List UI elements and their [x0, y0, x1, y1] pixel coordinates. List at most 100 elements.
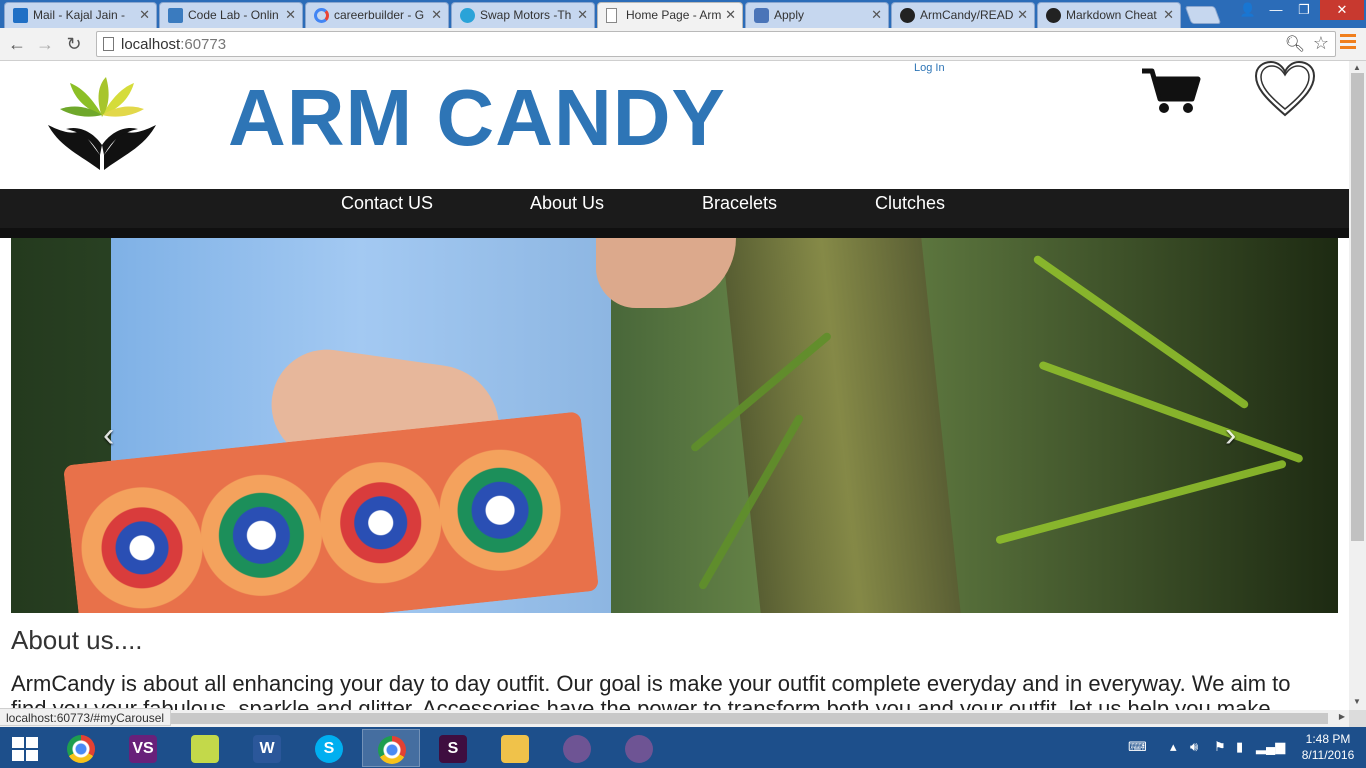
scroll-right-icon[interactable]: ▶ [1339, 712, 1345, 721]
new-tab-button[interactable] [1184, 6, 1222, 24]
status-bubble: localhost:60773/#myCarousel [0, 708, 172, 726]
carousel-prev-chevron-icon[interactable]: ‹ [103, 416, 114, 455]
codelab-icon [168, 8, 183, 23]
tab-careerbuilder[interactable]: careerbuilder - G ✕ [305, 2, 449, 28]
about-paragraph: ArmCandy is about all enhancing your day… [11, 671, 1291, 710]
close-tab-icon[interactable]: ✕ [1163, 7, 1174, 23]
web-page: ARM CANDY Log In Contact US About Us Bra… [0, 61, 1349, 710]
tab-armcandy-readme[interactable]: ArmCandy/READ ✕ [891, 2, 1035, 28]
vertical-scrollbar[interactable]: ▲ ▼ [1349, 61, 1366, 710]
page-icon [606, 8, 617, 23]
apply-icon [754, 8, 769, 23]
scrollbar-corner [1349, 710, 1366, 727]
taskbar-app-chrome[interactable] [52, 729, 110, 767]
visual-studio-icon: VS [129, 735, 157, 763]
tab-swap-motors[interactable]: Swap Motors -Th ✕ [451, 2, 595, 28]
horizontal-scroll-thumb[interactable] [18, 713, 1328, 724]
address-bar[interactable]: localhost:60773 🔍︎ ☆ [96, 31, 1336, 57]
taskbar-app-chrome-active[interactable] [362, 729, 420, 767]
palm-frond [1038, 360, 1304, 464]
tab-apply[interactable]: Apply ✕ [745, 2, 889, 28]
taskbar-app-word[interactable]: W [238, 729, 296, 767]
taskbar-app-file-explorer[interactable] [486, 729, 544, 767]
window-close-button[interactable]: ✕ [1320, 0, 1364, 20]
action-center-flag-icon[interactable]: ⚑ [1214, 739, 1226, 755]
palm-frond [1032, 254, 1250, 410]
tab-label: Code Lab - Onlin [188, 8, 279, 22]
zoom-icon[interactable]: 🔍︎ [1285, 34, 1305, 54]
hero-carousel[interactable]: ‹ › [11, 238, 1338, 613]
user-profile-icon[interactable]: 👤 [1234, 0, 1262, 20]
reload-icon[interactable]: ↻ [63, 33, 85, 55]
close-tab-icon[interactable]: ✕ [871, 7, 882, 23]
taskbar-app-skype[interactable]: S [300, 729, 358, 767]
scroll-down-icon[interactable]: ▼ [1353, 697, 1361, 706]
swap-icon [460, 8, 475, 23]
carousel-next-chevron-icon[interactable]: › [1225, 416, 1236, 455]
system-clock[interactable]: 1:48 PM 8/11/2016 [1296, 731, 1360, 763]
network-signal-icon[interactable]: ▂▄▆ [1256, 739, 1285, 755]
github-cat-icon [625, 735, 653, 763]
tab-mail[interactable]: Mail - Kajal Jain - ✕ [4, 2, 157, 28]
github-cat-icon [563, 735, 591, 763]
taskbar-app-visual-studio[interactable]: VS [114, 729, 172, 767]
nav-contact-us[interactable]: Contact US [341, 193, 433, 214]
clock-date: 8/11/2016 [1301, 748, 1355, 762]
scroll-up-icon[interactable]: ▲ [1353, 63, 1361, 72]
slack-icon: S [439, 735, 467, 763]
page-info-icon[interactable] [103, 37, 114, 51]
horizontal-scrollbar[interactable]: ▶ [0, 710, 1349, 727]
main-navigation: Contact US About Us Bracelets Clutches [0, 189, 1349, 238]
windows-taskbar: VS W S S ⌨ ▴ 🔊︎ ⚑ ▮ ▂▄▆ 1:48 PM 8/11/2016 [0, 727, 1366, 768]
brand-title: ARM CANDY [228, 73, 726, 162]
close-tab-icon[interactable]: ✕ [725, 7, 736, 23]
volume-icon[interactable]: 🔊︎ [1190, 739, 1198, 755]
shopping-cart-icon[interactable] [1140, 67, 1202, 115]
back-arrow-icon[interactable]: ← [6, 33, 28, 55]
close-tab-icon[interactable]: ✕ [139, 7, 150, 23]
about-heading: About us.... [11, 625, 143, 655]
github-icon [900, 8, 915, 23]
chrome-menu-icon[interactable] [1340, 34, 1356, 52]
taskbar-app-slack[interactable]: S [424, 729, 482, 767]
carousel-arm [596, 238, 736, 308]
outlook-icon [13, 8, 28, 23]
restore-button[interactable]: ❐ [1290, 0, 1318, 20]
nav-bracelets[interactable]: Bracelets [702, 193, 777, 214]
taskbar-app-github-desktop-1[interactable] [548, 729, 606, 767]
nav-clutches[interactable]: Clutches [875, 193, 945, 214]
tab-code-lab[interactable]: Code Lab - Onlin ✕ [159, 2, 303, 28]
battery-icon[interactable]: ▮ [1236, 739, 1243, 755]
forward-arrow-icon[interactable]: → [34, 33, 56, 55]
close-tab-icon[interactable]: ✕ [1017, 7, 1028, 23]
close-tab-icon[interactable]: ✕ [577, 7, 588, 23]
minimize-button[interactable]: — [1262, 0, 1290, 20]
windows-start-icon[interactable] [12, 737, 38, 761]
url-text: localhost:60773 [121, 36, 226, 53]
close-tab-icon[interactable]: ✕ [431, 7, 442, 23]
chrome-icon [67, 735, 95, 763]
clock-time: 1:48 PM [1305, 732, 1351, 746]
bookmark-star-icon[interactable]: ☆ [1313, 33, 1329, 54]
tab-markdown-cheatsheet[interactable]: Markdown Cheat ✕ [1037, 2, 1181, 28]
carousel-background-palm [721, 238, 961, 613]
show-hidden-icons-icon[interactable]: ▴ [1170, 739, 1177, 755]
url-port: :60773 [180, 36, 227, 53]
wishlist-heart-icon[interactable] [1254, 61, 1316, 117]
keyboard-icon[interactable]: ⌨ [1128, 739, 1147, 755]
browser-tab-strip: Mail - Kajal Jain - ✕ Code Lab - Onlin ✕… [0, 0, 1366, 28]
tab-home-page[interactable]: Home Page - Arm ✕ [597, 2, 743, 28]
url-host: localhost [121, 36, 181, 53]
taskbar-app-github-desktop-2[interactable] [610, 729, 668, 767]
close-tab-icon[interactable]: ✕ [285, 7, 296, 23]
taskbar-app-sticky-notes[interactable] [176, 729, 234, 767]
lotus-hands-logo [48, 77, 156, 170]
vertical-scroll-thumb[interactable] [1351, 73, 1364, 541]
nav-about-us[interactable]: About Us [530, 193, 604, 214]
google-icon [314, 8, 329, 23]
log-in-link[interactable]: Log In [914, 62, 945, 74]
tab-label: Swap Motors -Th [480, 8, 572, 22]
skype-icon: S [315, 735, 343, 763]
sticky-notes-icon [191, 735, 219, 763]
palm-frond [995, 459, 1287, 545]
